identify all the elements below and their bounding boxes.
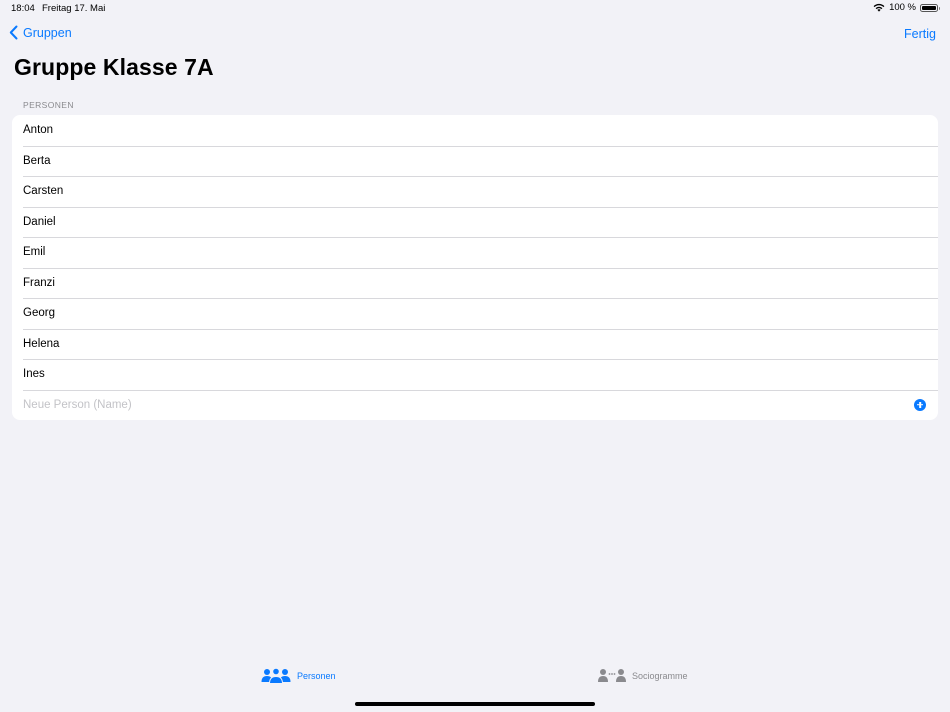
page-title: Gruppe Klasse 7A <box>14 54 214 80</box>
status-date: Freitag 17. Mai <box>42 3 106 14</box>
people-icon <box>261 668 291 684</box>
list-item[interactable]: Anton <box>12 115 938 146</box>
battery-percent: 100 % <box>889 2 916 13</box>
status-bar: 18:04 Freitag 17. Mai 100 % <box>0 0 950 18</box>
home-indicator[interactable] <box>355 702 595 706</box>
list-item[interactable]: Georg <box>12 298 938 329</box>
list-item[interactable]: Franzi <box>12 267 938 299</box>
plus-circle-icon[interactable] <box>914 398 926 411</box>
list-item[interactable]: Ines <box>12 359 938 390</box>
navigation-bar: Gruppen Fertig <box>0 24 950 46</box>
wifi-icon <box>873 3 885 12</box>
tab-personen-label: Personen <box>297 671 336 681</box>
list-item[interactable]: Helena <box>12 328 938 360</box>
chevron-left-icon <box>9 25 18 40</box>
tab-sociogramme[interactable]: Sociogramme <box>598 668 688 683</box>
back-button-label: Gruppen <box>23 25 72 40</box>
section-header: PERSONEN <box>23 100 74 110</box>
tab-personen[interactable]: Personen <box>261 668 336 684</box>
new-person-input[interactable] <box>23 398 883 411</box>
back-button[interactable]: Gruppen <box>9 25 72 40</box>
new-person-row <box>12 389 938 421</box>
list-item[interactable]: Carsten <box>12 176 938 207</box>
status-time: 18:04 <box>11 3 35 14</box>
person-list: Anton Berta Carsten Daniel Emil Franzi G… <box>12 115 938 420</box>
sociogram-icon <box>598 669 626 682</box>
battery-icon <box>920 3 940 12</box>
list-item[interactable]: Berta <box>12 145 938 177</box>
done-button[interactable]: Fertig <box>904 27 936 41</box>
list-item[interactable]: Emil <box>12 237 938 268</box>
list-item[interactable]: Daniel <box>12 206 938 238</box>
status-indicators: 100 % <box>873 2 940 13</box>
tab-sociogramme-label: Sociogramme <box>632 670 688 681</box>
tab-bar: Personen Sociogramme <box>0 652 950 712</box>
